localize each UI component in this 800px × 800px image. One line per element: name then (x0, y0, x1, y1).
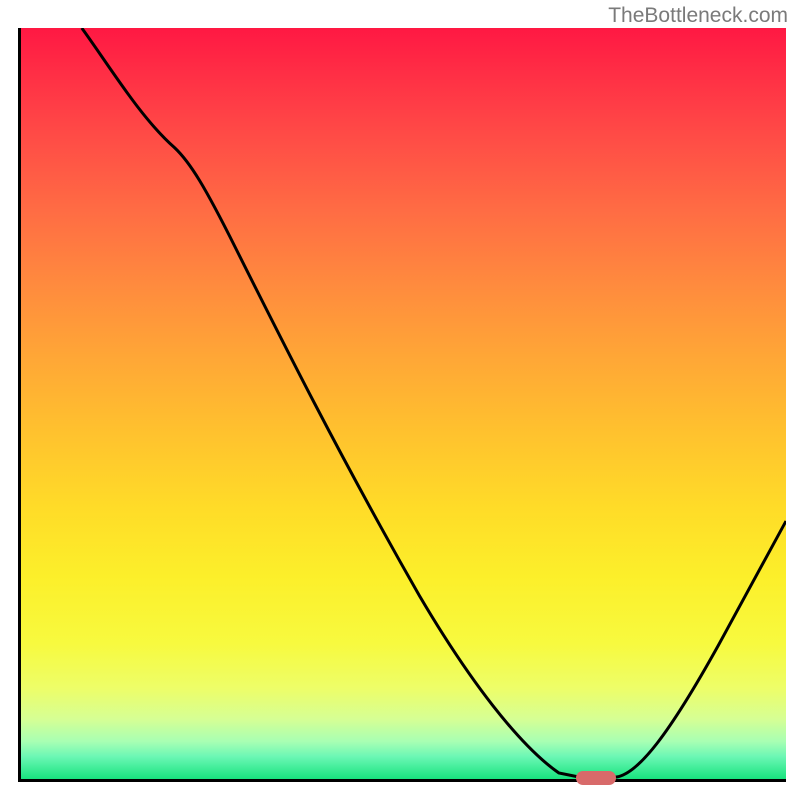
plot-area (18, 28, 786, 782)
watermark-text: TheBottleneck.com (608, 4, 788, 28)
bottleneck-curve (21, 28, 786, 779)
optimal-marker (576, 771, 616, 785)
curve-path (82, 28, 786, 777)
